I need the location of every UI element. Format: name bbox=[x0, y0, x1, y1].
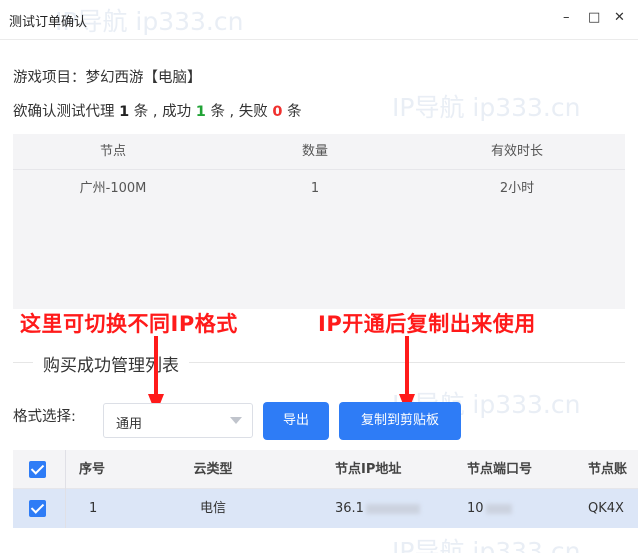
cell-node-port: 10 bbox=[467, 489, 512, 528]
format-select[interactable]: 通用 bbox=[103, 403, 253, 438]
title-bar: 测试订单确认 – □ ✕ bbox=[0, 0, 638, 40]
total-count: 1 bbox=[119, 104, 130, 120]
caret-down-icon bbox=[230, 417, 242, 424]
format-select-value: 通用 bbox=[116, 417, 143, 432]
node-table: 节点 数量 有效时长 广州-100M 1 2小时 bbox=[13, 134, 625, 309]
redacted-mask bbox=[485, 503, 512, 514]
column-divider bbox=[65, 489, 66, 528]
cell-node-ip: 36.1 bbox=[335, 489, 420, 528]
row-checkbox[interactable] bbox=[29, 500, 46, 517]
table-row: 广州-100M 1 2小时 bbox=[13, 171, 625, 207]
copy-to-clipboard-button[interactable]: 复制到剪贴板 bbox=[339, 402, 461, 440]
summary-text: 条 , 成功 bbox=[129, 104, 196, 120]
result-table: 序号 云类型 节点IP地址 节点端口号 节点账 1 电信 36.1 10 QK4… bbox=[13, 450, 638, 553]
table-row[interactable]: 1 电信 36.1 10 QK4X bbox=[13, 489, 638, 528]
minimize-icon[interactable]: – bbox=[563, 9, 570, 27]
cell-cloud-type: 电信 bbox=[199, 501, 226, 516]
maximize-icon[interactable]: □ bbox=[588, 9, 600, 27]
summary-prefix: 欲确认测试代理 bbox=[13, 104, 120, 120]
cell-node-account: QK4X bbox=[588, 501, 624, 516]
select-all-checkbox[interactable] bbox=[29, 461, 46, 478]
export-button[interactable]: 导出 bbox=[263, 402, 329, 440]
column-divider bbox=[65, 450, 66, 489]
cell-seq: 1 bbox=[89, 501, 98, 516]
result-table-header: 序号 云类型 节点IP地址 节点端口号 节点账 bbox=[13, 450, 638, 489]
watermark: IP导航 ip333.cn bbox=[392, 93, 581, 122]
format-label: 格式选择: bbox=[13, 409, 76, 425]
header-quantity: 数量 bbox=[301, 144, 328, 159]
cell-node: 广州-100M bbox=[79, 181, 147, 196]
window-title: 测试订单确认 bbox=[9, 15, 88, 30]
game-project-line: 游戏项目：梦幻西游【电脑】 bbox=[13, 70, 202, 86]
success-count: 1 bbox=[195, 104, 206, 120]
node-table-header: 节点 数量 有效时长 bbox=[13, 134, 625, 170]
annotation-format-switch: 这里可切换不同IP格式 bbox=[20, 312, 238, 336]
ip-visible-part: 36.1 bbox=[335, 501, 364, 516]
header-seq: 序号 bbox=[79, 462, 106, 477]
close-icon[interactable]: ✕ bbox=[614, 9, 625, 27]
summary-suffix: 条 bbox=[282, 104, 302, 120]
fail-count: 0 bbox=[272, 104, 283, 120]
summary-text: 条 , 失败 bbox=[205, 104, 273, 120]
redacted-mask bbox=[365, 503, 420, 514]
header-cloud-type: 云类型 bbox=[193, 462, 233, 477]
header-node-ip: 节点IP地址 bbox=[335, 462, 402, 477]
header-duration: 有效时长 bbox=[490, 144, 543, 159]
confirm-summary: 欲确认测试代理 1 条 , 成功 1 条 , 失败 0 条 bbox=[13, 100, 302, 121]
cell-duration: 2小时 bbox=[499, 181, 535, 196]
header-node-port: 节点端口号 bbox=[467, 462, 533, 477]
annotation-copy-hint: IP开通后复制出来使用 bbox=[318, 312, 536, 336]
port-visible-part: 10 bbox=[467, 501, 484, 516]
cell-quantity: 1 bbox=[310, 181, 320, 196]
header-node: 节点 bbox=[99, 144, 126, 159]
header-node-account: 节点账 bbox=[588, 462, 628, 477]
